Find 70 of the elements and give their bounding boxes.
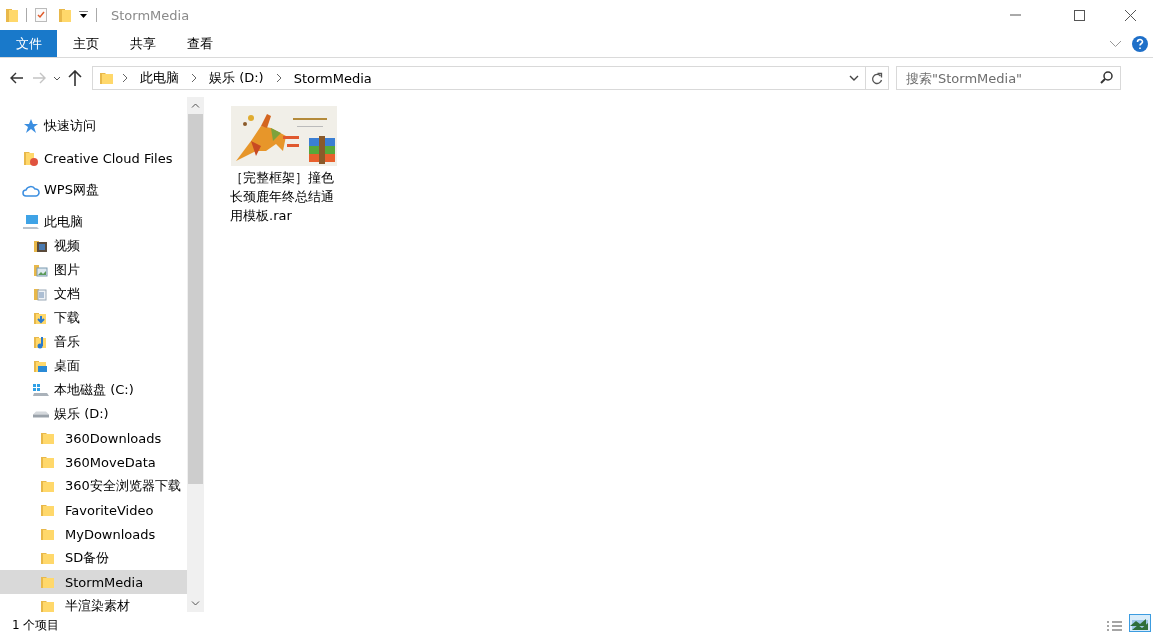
ribbon-tab[interactable]: 主页	[57, 30, 114, 57]
sidebar-item[interactable]: 音乐	[0, 330, 187, 354]
up-arrow-icon[interactable]	[68, 70, 82, 86]
pictures-folder-icon	[33, 262, 49, 278]
sidebar-item[interactable]: FavoriteVideo	[0, 498, 187, 522]
close-icon[interactable]	[1124, 9, 1136, 21]
folder-icon	[40, 598, 56, 612]
sidebar-item[interactable]: 桌面	[0, 354, 187, 378]
folder-icon	[99, 70, 115, 86]
folder-icon	[40, 574, 56, 590]
chevron-icon[interactable]	[274, 73, 283, 83]
refresh-icon[interactable]	[871, 71, 883, 85]
properties-icon[interactable]	[35, 8, 47, 22]
sidebar-item[interactable]: MyDownloads	[0, 522, 187, 546]
dropdown-icon[interactable]	[849, 75, 859, 81]
folder-icon	[40, 478, 56, 494]
folder-icon	[40, 502, 56, 518]
folder-icon	[23, 150, 39, 166]
folder-icon	[40, 526, 56, 542]
sidebar-item[interactable]: 下载	[0, 306, 187, 330]
help-icon[interactable]	[1132, 35, 1148, 52]
sidebar-item[interactable]: Creative Cloud Files	[0, 146, 187, 170]
sidebar-item[interactable]: 文档	[0, 282, 187, 306]
dropdown-icon[interactable]	[79, 11, 88, 19]
large-icons-view-icon[interactable]	[1129, 614, 1151, 632]
cloud-icon	[22, 183, 40, 197]
music-folder-icon	[33, 334, 49, 350]
file-menu-button[interactable]: 文件	[0, 30, 57, 57]
downloads-folder-icon	[33, 310, 49, 326]
sidebar-item[interactable]: StormMedia	[0, 570, 187, 594]
address-bar[interactable]: 此电脑 娱乐 (D:) StormMedia	[92, 66, 889, 90]
sidebar-item[interactable]: 视频	[0, 234, 187, 258]
sidebar-item[interactable]: 360Downloads	[0, 426, 187, 450]
sidebar-item[interactable]: 图片	[0, 258, 187, 282]
computer-icon	[22, 214, 40, 230]
sidebar-item[interactable]: 快速访问	[0, 114, 187, 138]
sidebar-item[interactable]: SD备份	[0, 546, 187, 570]
desktop-folder-icon	[33, 358, 49, 374]
drive-icon	[32, 410, 50, 418]
expand-ribbon-icon[interactable]	[1109, 39, 1122, 48]
ribbon-tab[interactable]: 共享	[114, 30, 171, 57]
window-title: StormMedia	[111, 7, 190, 23]
folder-icon	[40, 430, 56, 446]
sidebar-item[interactable]: 半渲染素材	[0, 594, 187, 612]
folder-icon	[40, 550, 56, 566]
search-field[interactable]: 搜索"StormMedia"	[896, 66, 1121, 90]
folder-icon	[6, 8, 18, 22]
ribbon-tab[interactable]: 查看	[171, 30, 228, 57]
sidebar-item[interactable]: 娱乐 (D:)	[0, 402, 187, 426]
star-icon	[23, 118, 39, 134]
file-item[interactable]: ［完整框架］撞色长颈鹿年终总结通用模板.rar	[230, 106, 338, 225]
search-icon	[1100, 71, 1113, 84]
chevron-icon[interactable]	[121, 73, 129, 83]
breadcrumb[interactable]: StormMedia	[288, 70, 377, 86]
video-folder-icon	[33, 238, 49, 254]
dropdown-icon[interactable]	[53, 75, 61, 81]
documents-folder-icon	[33, 286, 49, 302]
drive-icon	[32, 382, 50, 398]
breadcrumb[interactable]: 娱乐 (D:)	[204, 69, 269, 87]
breadcrumb[interactable]: 此电脑	[135, 69, 184, 87]
sidebar-item[interactable]: 360安全浏览器下载	[0, 474, 187, 498]
item-count: 1 个项目	[12, 618, 60, 632]
sidebar-item[interactable]: WPS网盘	[0, 178, 187, 202]
sidebar-item[interactable]: 本地磁盘 (C:)	[0, 378, 187, 402]
maximize-icon[interactable]	[1073, 9, 1085, 21]
chevron-icon[interactable]	[190, 73, 198, 83]
sidebar-item[interactable]: 此电脑	[0, 210, 187, 234]
back-icon[interactable]	[10, 72, 24, 84]
sidebar-item[interactable]: 360MoveData	[0, 450, 187, 474]
folder-icon	[40, 454, 56, 470]
